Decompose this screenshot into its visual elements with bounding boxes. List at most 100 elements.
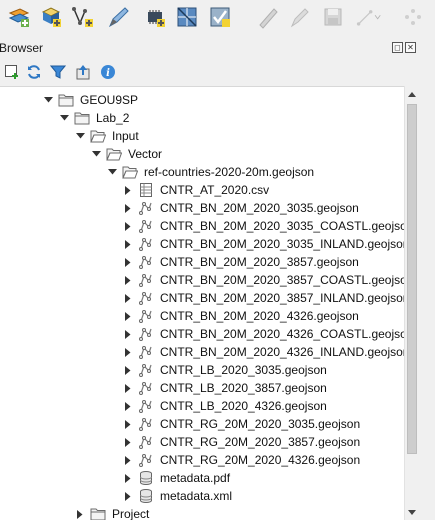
pen-edit-icon[interactable] — [106, 4, 132, 30]
folder-open-icon — [90, 128, 106, 144]
panel-right-margin — [418, 86, 435, 520]
vertex-tool-icon[interactable] — [400, 4, 426, 30]
digitize-line-icon[interactable] — [356, 4, 382, 30]
collapsed-arrow-icon[interactable] — [122, 235, 134, 253]
tree-item-label: CNTR_LB_2020_3035.geojson — [160, 363, 327, 377]
tree-item[interactable]: CNTR_LB_2020_4326.geojson — [0, 397, 404, 415]
tree-item[interactable]: CNTR_BN_20M_2020_3857.geojson — [0, 253, 404, 271]
tree-item-label: Project — [112, 507, 150, 520]
pencil-disabled-icon[interactable] — [286, 4, 312, 30]
tree-item[interactable]: CNTR_BN_20M_2020_3035_COASTL.geojson — [0, 217, 404, 235]
collapse-all-icon[interactable] — [74, 63, 92, 81]
collapsed-arrow-icon[interactable] — [122, 307, 134, 325]
new-shapefile-layer-icon[interactable] — [38, 4, 64, 30]
collapsed-arrow-icon[interactable] — [122, 271, 134, 289]
geojson-layer-icon — [138, 218, 154, 234]
save-edits-icon[interactable] — [320, 4, 346, 30]
tree-item[interactable]: GEOU9SP — [0, 91, 404, 109]
tree-item-label: CNTR_LB_2020_3857.geojson — [160, 381, 327, 395]
tree-item-label: GEOU9SP — [80, 93, 139, 107]
collapsed-arrow-icon[interactable] — [122, 181, 134, 199]
float-panel-icon[interactable]: ◻ — [392, 42, 403, 53]
tree-item-label: Vector — [128, 147, 163, 161]
collapsed-arrow-icon[interactable] — [122, 451, 134, 469]
geojson-layer-icon — [138, 236, 154, 252]
vertical-scrollbar[interactable] — [404, 86, 418, 520]
tree-item[interactable]: ref-countries-2020-20m.geojson — [0, 163, 404, 181]
filter-icon[interactable] — [49, 63, 67, 81]
refresh-icon[interactable] — [25, 63, 43, 81]
collapsed-arrow-icon[interactable] — [122, 433, 134, 451]
tree-item[interactable]: Input — [0, 127, 404, 145]
grid-layer-icon[interactable] — [174, 4, 200, 30]
tree-item[interactable]: Vector — [0, 145, 404, 163]
close-panel-icon[interactable]: ✕ — [405, 42, 416, 53]
collapsed-arrow-icon[interactable] — [122, 343, 134, 361]
geojson-layer-icon — [138, 452, 154, 468]
tree-item[interactable]: CNTR_AT_2020.csv — [0, 181, 404, 199]
tree-item[interactable]: metadata.pdf — [0, 469, 404, 487]
info-icon[interactable]: i — [99, 63, 117, 81]
geojson-layer-icon — [138, 290, 154, 306]
tree-item[interactable]: CNTR_LB_2020_3857.geojson — [0, 379, 404, 397]
collapsed-arrow-icon[interactable] — [122, 253, 134, 271]
tree-item[interactable]: CNTR_BN_20M_2020_3857_COASTL.geojson — [0, 271, 404, 289]
geojson-layer-icon — [138, 344, 154, 360]
collapsed-arrow-icon[interactable] — [122, 415, 134, 433]
tree-item[interactable]: CNTR_BN_20M_2020_3857_INLAND.geojson — [0, 289, 404, 307]
collapsed-arrow-icon[interactable] — [122, 289, 134, 307]
collapsed-arrow-icon[interactable] — [122, 397, 134, 415]
collapsed-arrow-icon[interactable] — [122, 199, 134, 217]
expanded-arrow-icon[interactable] — [106, 163, 118, 181]
database-icon — [138, 488, 154, 504]
processing-icon[interactable] — [142, 4, 168, 30]
tree-item[interactable]: Lab_2 — [0, 109, 404, 127]
tree-item-label: metadata.xml — [160, 489, 233, 503]
tree-item[interactable]: CNTR_BN_20M_2020_3035_INLAND.geojson — [0, 235, 404, 253]
folder-open-icon — [106, 146, 122, 162]
panel-title: Browser — [0, 41, 44, 55]
scroll-up-icon[interactable] — [405, 87, 419, 101]
tree-item[interactable]: CNTR_LB_2020_3035.geojson — [0, 361, 404, 379]
tree-item-label: CNTR_AT_2020.csv — [160, 183, 270, 197]
collapsed-arrow-icon[interactable] — [122, 217, 134, 235]
collapsed-arrow-icon[interactable] — [122, 361, 134, 379]
tree-item-label: CNTR_BN_20M_2020_4326.geojson — [160, 309, 359, 323]
scrollbar-thumb[interactable] — [407, 104, 417, 454]
svg-text:i: i — [106, 68, 110, 79]
tree-item[interactable]: CNTR_BN_20M_2020_4326.geojson — [0, 307, 404, 325]
expanded-arrow-icon[interactable] — [42, 91, 54, 109]
tree-item[interactable]: CNTR_BN_20M_2020_4326_INLAND.geojson — [0, 343, 404, 361]
tree-item[interactable]: Project — [0, 505, 404, 520]
geojson-layer-icon — [138, 416, 154, 432]
tree-item-label: CNTR_RG_20M_2020_3035.geojson — [160, 417, 361, 431]
tree-item-label: Lab_2 — [96, 111, 130, 125]
tree-item[interactable]: CNTR_BN_20M_2020_3035.geojson — [0, 199, 404, 217]
edit-ruler-icon[interactable] — [255, 4, 281, 30]
collapsed-arrow-icon[interactable] — [122, 487, 134, 505]
database-icon — [138, 470, 154, 486]
expanded-arrow-icon[interactable] — [58, 109, 70, 127]
tree-item[interactable]: CNTR_RG_20M_2020_3857.geojson — [0, 433, 404, 451]
tree-item[interactable]: CNTR_RG_20M_2020_4326.geojson — [0, 451, 404, 469]
collapsed-arrow-icon[interactable] — [122, 379, 134, 397]
expanded-arrow-icon[interactable] — [90, 145, 102, 163]
add-selected-layers-icon[interactable] — [3, 63, 21, 81]
browser-tree[interactable]: GEOU9SP Lab_2 Input Vector ref-countries-202… — [0, 86, 404, 520]
scroll-down-icon[interactable] — [405, 506, 419, 520]
tree-item-label: metadata.pdf — [160, 471, 231, 485]
tree-item[interactable]: metadata.xml — [0, 487, 404, 505]
tree-item[interactable]: CNTR_BN_20M_2020_4326_COASTL.geojson — [0, 325, 404, 343]
geojson-layer-icon — [138, 272, 154, 288]
digitize-vector-icon[interactable] — [70, 4, 96, 30]
tree-item-label: ref-countries-2020-20m.geojson — [144, 165, 315, 179]
add-layer-icon[interactable] — [6, 4, 32, 30]
geojson-layer-icon — [138, 380, 154, 396]
check-vertex-icon[interactable] — [207, 4, 233, 30]
expanded-arrow-icon[interactable] — [74, 127, 86, 145]
collapsed-arrow-icon[interactable] — [122, 325, 134, 343]
geojson-layer-icon — [138, 326, 154, 342]
collapsed-arrow-icon[interactable] — [122, 469, 134, 487]
tree-item[interactable]: CNTR_RG_20M_2020_3035.geojson — [0, 415, 404, 433]
collapsed-arrow-icon[interactable] — [74, 505, 86, 520]
